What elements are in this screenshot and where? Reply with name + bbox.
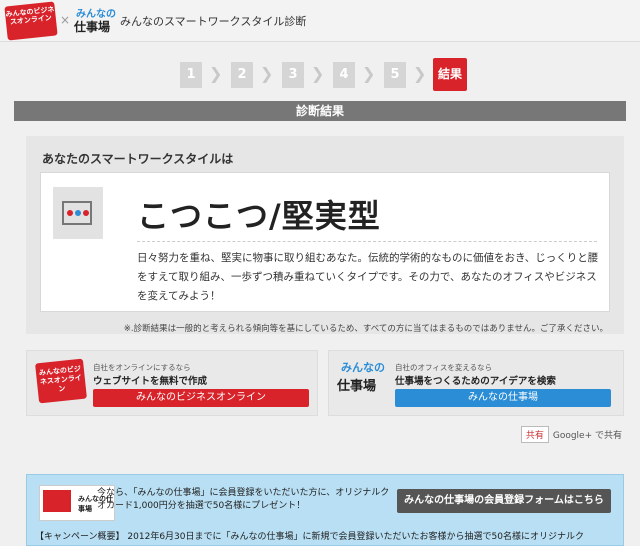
biz-online-logo: みんなのビジネスオンライン (35, 358, 87, 404)
step-result: 結果 (433, 58, 467, 91)
step-4: 4 (333, 62, 355, 88)
shigotoba-logo: みんなの 仕事場 (337, 359, 391, 399)
register-form-button[interactable]: みんなの仕事場の会員登録フォームはこちら (397, 489, 611, 513)
promo-shigotoba: みんなの 仕事場 自社のオフィスを変えるなら 仕事場をつくるためのアイデアを検索… (328, 350, 624, 416)
shigotoba-logo-top: みんなの (341, 361, 385, 374)
share-label: Google+ で共有 (552, 431, 622, 441)
biz-online-logo[interactable]: みんなのビジネスオンライン (4, 1, 58, 41)
result-section-bar: 診断結果 (14, 101, 626, 121)
chevron-right-icon: ❯ (260, 64, 274, 83)
google-plus-share: 共有 Google+ で共有 (520, 426, 622, 443)
style-description: 日々努力を重ね、堅実に物事に取り組むあなた。伝統的学術的なものに価値をおき、じっ… (137, 252, 599, 302)
step-5: 5 (384, 62, 406, 88)
chevron-right-icon: ❯ (362, 64, 376, 83)
result-card: こつこつ/堅実型 日々努力を重ね、堅実に物事に取り組むあなた。伝統的学術的なもの… (40, 172, 610, 312)
result-panel: あなたのスマートワークスタイルは こつこつ/堅実型 日々努力を重ね、堅実に物事に… (26, 136, 624, 334)
abacus-icon (53, 187, 103, 239)
campaign-text: 今なら、「みんなの仕事場」に会員登録をいただいた方に、オリジナルクオカード1,0… (97, 488, 390, 511)
result-heading: あなたのスマートワークスタイルは (42, 152, 234, 166)
promo-headline: 仕事場をつくるためのアイデアを検索 (395, 376, 556, 387)
divider (137, 241, 597, 242)
chevron-right-icon: ❯ (413, 64, 427, 83)
chevron-right-icon: ❯ (209, 64, 223, 83)
shigotoba-logo-bottom: 仕事場 (337, 379, 377, 394)
step-3: 3 (282, 62, 304, 88)
page-title: みんなのスマートワークスタイル診断 (120, 15, 307, 28)
logo-separator: × (60, 13, 71, 27)
promo-caption: 自社をオンラインにするなら (93, 363, 191, 372)
campaign-detail: 【キャンペーン概要】 2012年6月30日までに「みんなの仕事場」に新規で会員登… (35, 532, 584, 542)
disclaimer: ※.診断結果は一般的と考えられる傾向等を基にしているため、すべての方に当てはまる… (123, 324, 608, 334)
promo-biz-online: みんなのビジネスオンライン 自社をオンラインにするなら ウェブサイトを無料で作成… (26, 350, 318, 416)
step-2: 2 (231, 62, 253, 88)
campaign-banner: みんなの仕事場 今なら、「みんなの仕事場」に会員登録をいただいた方に、オリジナル… (26, 474, 624, 546)
style-type-title: こつこつ/堅実型 (137, 197, 381, 235)
biz-online-button[interactable]: みんなのビジネスオンライン (93, 389, 309, 407)
chevron-right-icon: ❯ (311, 64, 325, 83)
promo-caption: 自社のオフィスを変えるなら (395, 363, 493, 372)
shigotoba-logo[interactable]: みんなの 仕事場 (74, 5, 116, 37)
header: みんなのビジネスオンライン × みんなの 仕事場 みんなのスマートワークスタイル… (0, 0, 640, 42)
shigotoba-logo-bottom: 仕事場 (74, 20, 111, 34)
shigotoba-button[interactable]: みんなの仕事場 (395, 389, 611, 407)
share-button[interactable]: 共有 (520, 426, 549, 443)
step-1: 1 (180, 62, 202, 88)
promo-headline: ウェブサイトを無料で作成 (93, 376, 208, 387)
